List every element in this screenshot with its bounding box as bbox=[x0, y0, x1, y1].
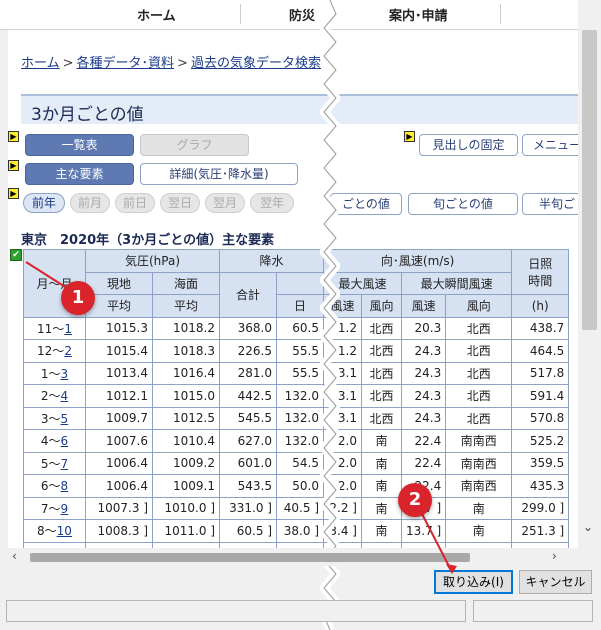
annotation-badge-2: 2 bbox=[398, 483, 432, 517]
annotation-badge-1: 1 bbox=[61, 281, 95, 315]
annotation-lines bbox=[25, 261, 457, 574]
